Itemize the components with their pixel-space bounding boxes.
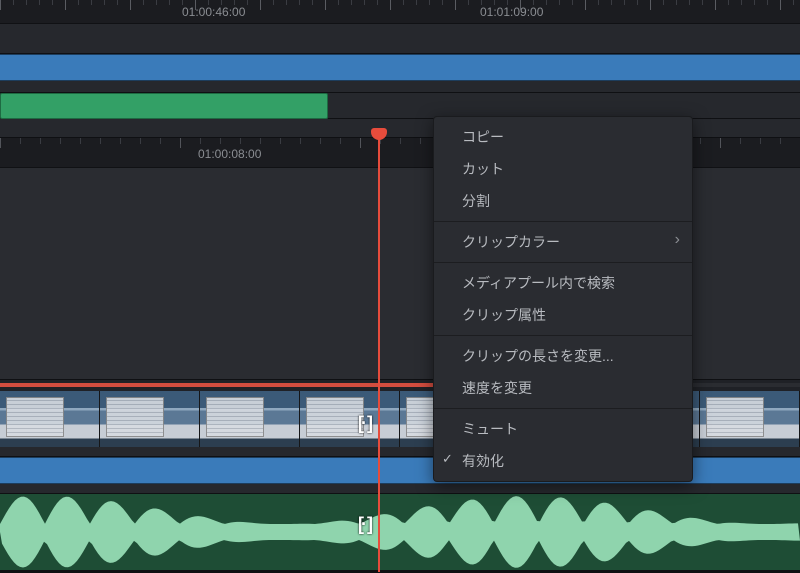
clip-context-menu: コピーカット分割クリップカラーメディアプール内で検索クリップ属性クリップの長さを… bbox=[433, 116, 693, 482]
menu-item[interactable]: 分割 bbox=[434, 185, 692, 217]
clip-thumbnail[interactable] bbox=[100, 391, 200, 447]
menu-item-label: メディアプール内で検索 bbox=[462, 275, 615, 291]
menu-separator bbox=[434, 408, 692, 409]
menu-item-label: クリップの長さを変更... bbox=[462, 348, 614, 364]
menu-item[interactable]: クリップの長さを変更... bbox=[434, 340, 692, 372]
menu-item-label: カット bbox=[462, 161, 504, 177]
menu-item[interactable]: ✓ 有効化 bbox=[434, 445, 692, 477]
upper-time-ruler[interactable]: 01:00:46:00 01:01:09:00 bbox=[0, 0, 800, 24]
audio-waveform-track[interactable] bbox=[0, 494, 800, 570]
menu-separator bbox=[434, 335, 692, 336]
menu-item-label: クリップカラー bbox=[462, 234, 560, 250]
menu-separator bbox=[434, 262, 692, 263]
menu-item[interactable]: メディアプール内で検索 bbox=[434, 267, 692, 299]
clip-thumbnail[interactable] bbox=[0, 391, 100, 447]
menu-item[interactable]: クリップカラー bbox=[434, 226, 692, 258]
menu-item-label: 有効化 bbox=[462, 453, 504, 469]
menu-item-label: ミュート bbox=[462, 421, 518, 437]
playhead[interactable] bbox=[378, 138, 380, 572]
audio-clip-green[interactable] bbox=[0, 93, 328, 119]
menu-item[interactable]: コピー bbox=[434, 121, 692, 153]
timeline-gap bbox=[0, 484, 800, 494]
ruler-timecode: 01:01:09:00 bbox=[480, 5, 543, 19]
timeline-gap bbox=[0, 24, 800, 54]
clip-thumbnail[interactable] bbox=[700, 391, 800, 447]
clip-thumbnail[interactable] bbox=[300, 391, 400, 447]
video-track-header-blue[interactable] bbox=[0, 54, 800, 81]
menu-item-label: クリップ属性 bbox=[462, 307, 546, 323]
clip-thumbnail[interactable] bbox=[200, 391, 300, 447]
menu-item-label: 速度を変更 bbox=[462, 380, 532, 396]
check-icon: ✓ bbox=[442, 451, 453, 467]
ruler-timecode: 01:00:46:00 bbox=[182, 5, 245, 19]
menu-item[interactable]: ミュート bbox=[434, 413, 692, 445]
timeline-gap bbox=[0, 81, 800, 93]
trim-handle-icon[interactable]: [·] bbox=[358, 413, 370, 434]
menu-item[interactable]: カット bbox=[434, 153, 692, 185]
ruler-timecode: 01:00:08:00 bbox=[198, 147, 261, 161]
menu-item-label: コピー bbox=[462, 129, 504, 145]
menu-separator bbox=[434, 221, 692, 222]
menu-item-label: 分割 bbox=[462, 193, 490, 209]
menu-item[interactable]: クリップ属性 bbox=[434, 299, 692, 331]
menu-item[interactable]: 速度を変更 bbox=[434, 372, 692, 404]
trim-handle-icon[interactable]: [·] bbox=[358, 514, 370, 535]
